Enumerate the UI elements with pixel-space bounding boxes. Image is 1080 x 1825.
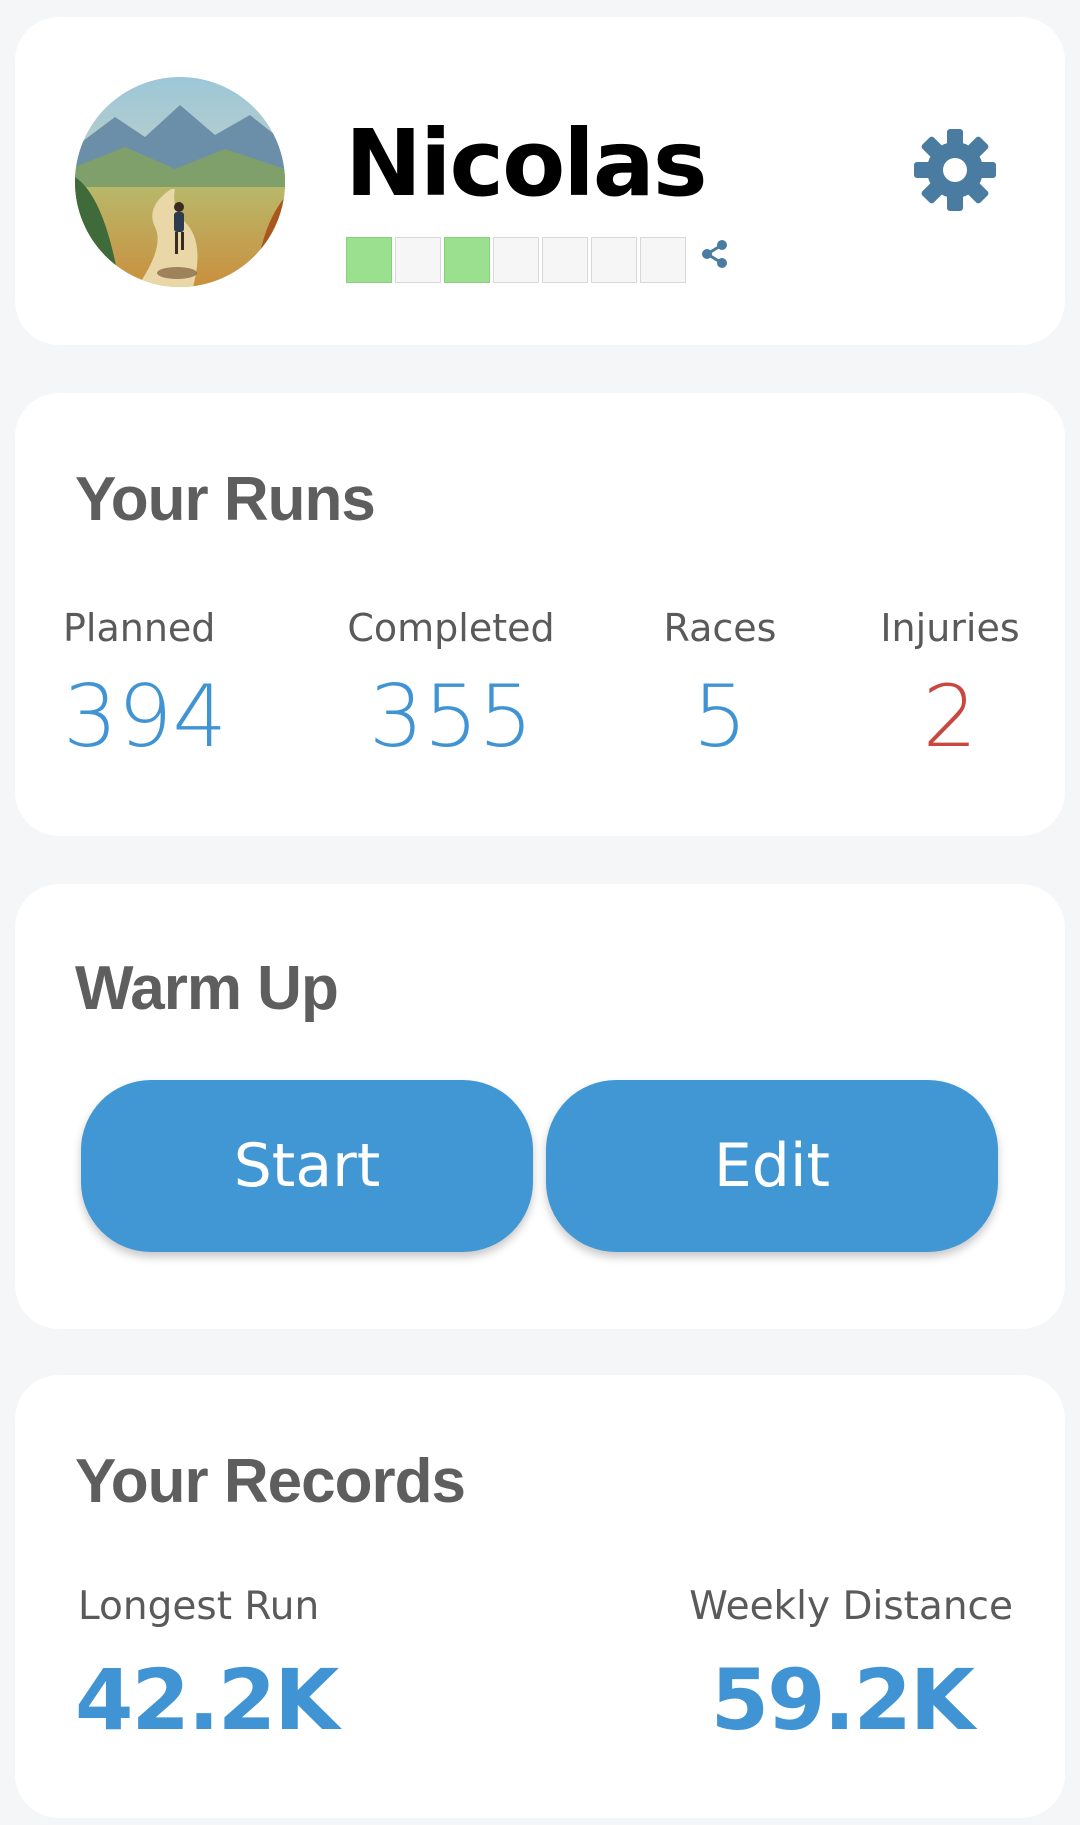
- streak-cell: [493, 237, 539, 283]
- stat-injuries-label: Injuries: [880, 606, 1020, 650]
- streak-cell: [395, 237, 441, 283]
- stat-completed: Completed 355: [327, 605, 575, 767]
- share-icon: [702, 240, 727, 268]
- runs-card: Your Runs Planned 394 Completed 355 Race…: [15, 393, 1065, 836]
- stat-races-value: 5: [692, 667, 748, 767]
- stat-completed-value: 355: [368, 667, 534, 767]
- avatar[interactable]: [75, 77, 285, 287]
- stat-planned-label: Planned: [63, 606, 216, 650]
- streak-cell: [542, 237, 588, 283]
- profile-card: Nicolas: [15, 17, 1065, 345]
- records-card: Your Records Longest Run 42.2K Weekly Di…: [15, 1375, 1065, 1818]
- streak-cell: [640, 237, 686, 283]
- stat-planned-value: 394: [63, 667, 228, 767]
- stat-completed-label: Completed: [347, 606, 555, 650]
- stat-planned: Planned 394: [63, 605, 228, 767]
- stat-injuries-value: 2: [922, 667, 978, 767]
- stat-injuries: Injuries 2: [865, 605, 1035, 767]
- gear-icon: [914, 129, 996, 211]
- runs-title: Your Runs: [75, 465, 376, 534]
- streak-cell: [346, 237, 392, 283]
- weekly-distance-value: 59.2K: [710, 1651, 975, 1749]
- streak-cell: [591, 237, 637, 283]
- longest-run-label: Longest Run: [78, 1584, 320, 1629]
- share-button[interactable]: [698, 237, 732, 271]
- stat-races-label: Races: [663, 606, 777, 650]
- longest-run-value: 42.2K: [75, 1651, 339, 1749]
- weekly-distance-label: Weekly Distance: [689, 1584, 1013, 1629]
- stat-races: Races 5: [640, 605, 800, 767]
- warmup-title: Warm Up: [75, 954, 339, 1023]
- profile-name: Nicolas: [345, 110, 708, 217]
- edit-button[interactable]: Edit: [546, 1080, 998, 1252]
- settings-button[interactable]: [912, 127, 998, 213]
- records-title: Your Records: [75, 1447, 466, 1516]
- streak-cell: [444, 237, 490, 283]
- streak-bar: [346, 237, 689, 283]
- warmup-card: Warm Up Start Edit: [15, 884, 1065, 1329]
- runner-landscape-avatar-icon: [75, 77, 285, 287]
- start-button[interactable]: Start: [81, 1080, 533, 1252]
